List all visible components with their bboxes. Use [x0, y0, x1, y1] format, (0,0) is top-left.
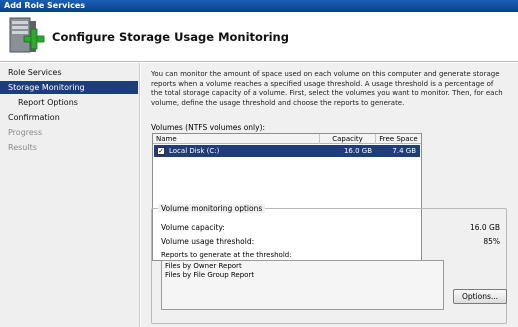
volumes-list-header: Name Capacity Free Space	[153, 134, 421, 144]
usage-threshold-value: 85%	[483, 237, 500, 246]
table-row[interactable]: ✓ Local Disk (C:) 16.0 GB 7.4 GB	[154, 145, 420, 157]
sidebar-item-progress: Progress	[8, 128, 43, 137]
reports-list: Files by Owner Report Files by File Grou…	[161, 260, 444, 310]
usage-threshold-label: Volume usage threshold:	[161, 237, 255, 246]
volumes-label: Volumes (NTFS volumes only):	[151, 123, 266, 132]
volume-capacity: 16.0 GB	[343, 147, 372, 155]
volume-free-space: 7.4 GB	[392, 147, 416, 155]
reports-label: Reports to generate at the threshold:	[161, 251, 292, 259]
sidebar-item-role-services[interactable]: Role Services	[0, 66, 138, 79]
volume-name: Local Disk (C:)	[169, 147, 220, 155]
options-button[interactable]: Options...	[453, 289, 507, 304]
column-header-name[interactable]: Name	[153, 134, 320, 144]
sidebar-item-storage-monitoring[interactable]: Storage Monitoring	[0, 81, 138, 94]
window-titlebar: Add Role Services	[0, 0, 518, 12]
volume-capacity-value: 16.0 GB	[469, 223, 500, 232]
list-item: Files by Owner Report	[165, 262, 242, 270]
window-title: Add Role Services	[4, 1, 86, 10]
sidebar-item-confirmation[interactable]: Confirmation	[0, 111, 138, 124]
description-text: You can monitor the amount of space used…	[151, 70, 503, 107]
volume-checkbox[interactable]: ✓	[157, 147, 165, 155]
volume-capacity-label: Volume capacity:	[161, 223, 225, 232]
server-plus-icon	[9, 17, 45, 53]
wizard-header: Configure Storage Usage Monitoring	[0, 12, 518, 62]
column-header-capacity[interactable]: Capacity	[320, 134, 376, 144]
volume-monitoring-options-group: Volume monitoring options Volume capacit…	[151, 204, 507, 324]
sidebar-item-report-options[interactable]: Report Options	[0, 96, 138, 109]
sidebar-item-results: Results	[8, 143, 37, 152]
list-item: Files by File Group Report	[165, 271, 255, 279]
wizard-content: You can monitor the amount of space used…	[141, 63, 518, 327]
group-legend: Volume monitoring options	[158, 204, 266, 213]
column-header-free-space[interactable]: Free Space	[376, 134, 421, 144]
wizard-sidebar: Role Services Storage Monitoring Report …	[0, 63, 140, 327]
page-title: Configure Storage Usage Monitoring	[52, 30, 289, 44]
